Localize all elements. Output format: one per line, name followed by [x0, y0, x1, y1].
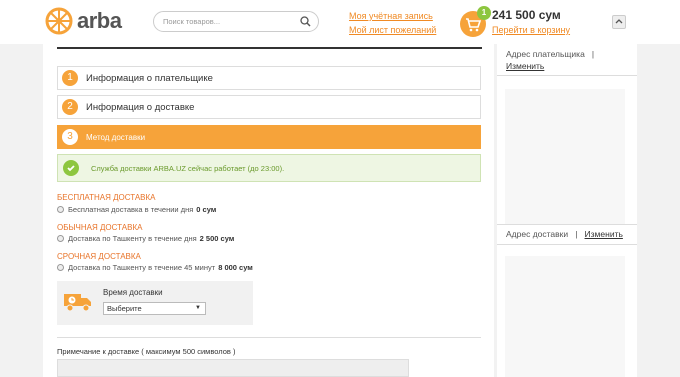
search-input[interactable]: Поиск товаров... — [153, 11, 319, 32]
free-shipping-option[interactable]: Бесплатная доставка в течении дня 0 сум — [57, 205, 216, 214]
express-shipping-title: СРОЧНАЯ ДОСТАВКА — [57, 252, 141, 261]
option-text: Бесплатная доставка в течении дня — [68, 205, 194, 214]
option-price: 8 000 сум — [218, 263, 253, 272]
radio-button[interactable] — [57, 264, 64, 271]
truck-icon — [64, 294, 91, 312]
radio-button[interactable] — [57, 235, 64, 242]
shipping-address-header: Адрес доставки | Изменить — [506, 229, 623, 239]
billing-address-label: Адрес плательщика — [506, 49, 585, 59]
logo-text: arba — [77, 8, 122, 33]
delivery-time-label: Время доставки — [103, 288, 163, 297]
address-sidebar: Адрес плательщика | Изменить Адрес доста… — [497, 44, 637, 377]
free-shipping-title: БЕСПЛАТНАЯ ДОСТАВКА — [57, 193, 156, 202]
cart-total: 241 500 сум — [492, 8, 561, 22]
option-price: 0 сум — [196, 205, 217, 214]
shipping-address-label: Адрес доставки — [506, 229, 569, 239]
step-shipping-info[interactable]: 2 Информация о доставке — [57, 95, 481, 119]
step-number: 2 — [62, 99, 78, 115]
express-shipping-option[interactable]: Доставка по Ташкенту в течение 45 минут … — [57, 263, 253, 272]
scroll-top-button[interactable] — [612, 15, 626, 29]
sidebar-divider — [497, 224, 637, 225]
delivery-note-label: Примечание к доставке ( максимум 500 сим… — [57, 347, 236, 356]
separator: | — [591, 49, 595, 59]
edit-billing-address-link[interactable]: Изменить — [506, 61, 544, 71]
billing-address-header: Адрес плательщика | Изменить — [506, 48, 594, 72]
step-label: Информация о плательщике — [86, 72, 213, 84]
edit-shipping-address-link[interactable]: Изменить — [585, 229, 623, 239]
cart-count-badge: 1 — [477, 6, 491, 20]
selected-value: Выберите — [107, 304, 142, 313]
sidebar-divider — [497, 244, 637, 245]
option-text: Доставка по Ташкенту в течение дня — [68, 234, 197, 243]
search-placeholder: Поиск товаров... — [163, 17, 221, 26]
billing-address-box — [505, 89, 625, 224]
sidebar-divider — [497, 75, 637, 76]
step-label: Метод доставки — [86, 132, 146, 142]
separator: | — [575, 229, 578, 239]
account-links: Моя учётная запись Мой лист пожеланий — [349, 9, 436, 37]
notice-text: Служба доставки ARBA.UZ сейчас работает … — [91, 163, 285, 173]
wishlist-link[interactable]: Мой лист пожеланий — [349, 23, 436, 37]
search-icon[interactable] — [300, 16, 311, 27]
step-number: 1 — [62, 70, 78, 86]
go-to-cart-link[interactable]: Перейти в корзину — [492, 25, 570, 35]
standard-shipping-option[interactable]: Доставка по Ташкенту в течение дня 2 500… — [57, 234, 234, 243]
logo-wheel-icon — [45, 7, 73, 35]
radio-button[interactable] — [57, 206, 64, 213]
step-label: Информация о доставке — [86, 101, 195, 113]
check-icon — [63, 160, 79, 176]
chevron-up-icon — [615, 19, 623, 24]
top-divider — [57, 47, 482, 49]
account-link[interactable]: Моя учётная запись — [349, 9, 436, 23]
delivery-time-box: Время доставки Выберите ▼ — [57, 281, 253, 325]
option-text: Доставка по Ташкенту в течение 45 минут — [68, 263, 216, 272]
option-price: 2 500 сум — [199, 234, 235, 243]
shipping-address-box — [505, 256, 625, 377]
site-header: arba Поиск товаров... Моя учётная запись… — [0, 0, 680, 44]
standard-shipping-title: ОБЫЧНАЯ ДОСТАВКА — [57, 223, 143, 232]
service-notice: Служба доставки ARBA.UZ сейчас работает … — [57, 154, 481, 182]
logo[interactable]: arba — [45, 7, 122, 35]
delivery-time-select[interactable]: Выберите ▼ — [103, 302, 206, 315]
step-billing-info[interactable]: 1 Информация о плательщике — [57, 66, 481, 90]
section-divider — [57, 337, 481, 338]
dropdown-arrow-icon: ▼ — [195, 305, 201, 311]
step-number: 3 — [62, 129, 78, 145]
delivery-note-textarea[interactable] — [57, 359, 409, 377]
step-shipping-method[interactable]: 3 Метод доставки — [57, 125, 481, 149]
